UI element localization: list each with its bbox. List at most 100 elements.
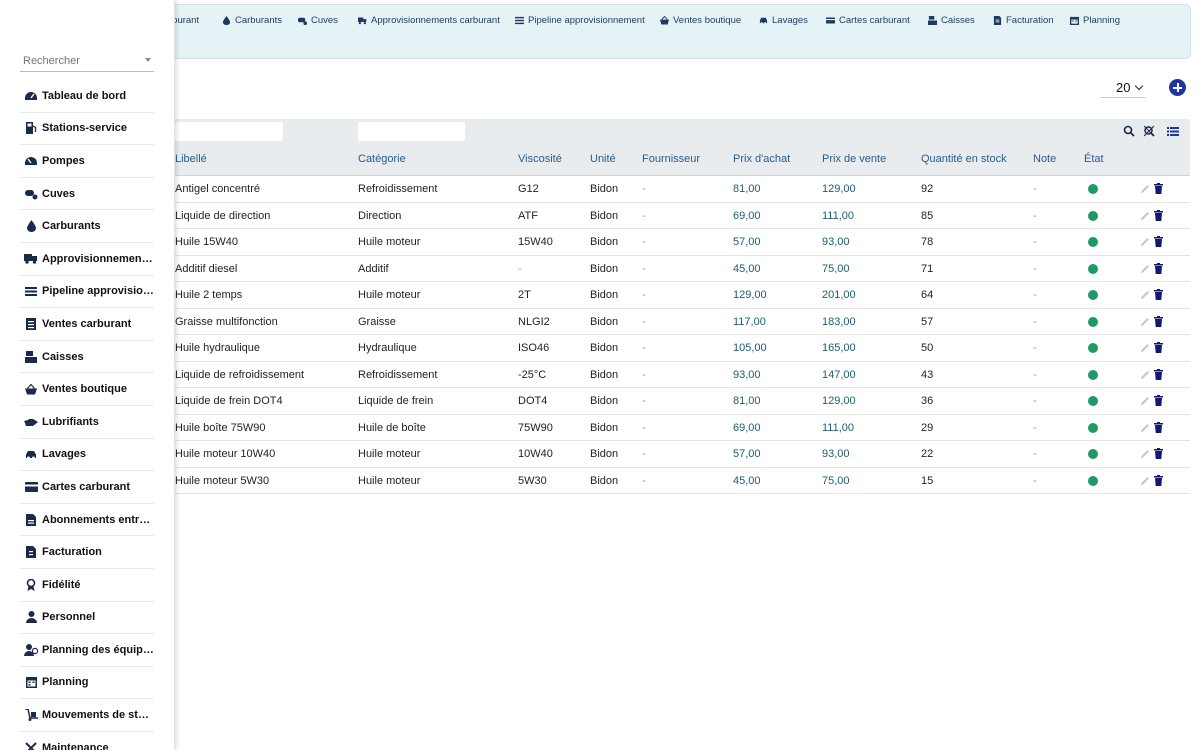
table-row[interactable]: Antigel concentré Refroidissement G12 Bidon… <box>175 176 1190 203</box>
chevron-down-icon[interactable] <box>145 58 151 62</box>
sidebar-item-fidelite[interactable]: Fidélité <box>20 569 154 602</box>
delete-trash-icon[interactable] <box>1154 421 1163 433</box>
topnav-item-cartes-carburant[interactable]: Cartes carburant <box>826 15 910 26</box>
sidebar-item-planning[interactable]: Planning <box>20 667 154 700</box>
table-row[interactable]: Huile hydraulique Hydraulique ISO46 Bidon - 1… <box>175 335 1190 362</box>
edit-pencil-icon[interactable] <box>1140 317 1150 327</box>
topnav-label: Lavages <box>772 15 808 26</box>
sidebar-item-stations-service[interactable]: Stations-service <box>20 113 154 146</box>
topnav-item-lavages[interactable]: Lavages <box>759 15 808 26</box>
table-row[interactable]: Huile moteur 5W30 Huile moteur 5W30 Bidon - 4… <box>175 468 1190 494</box>
column-header-prix-achat[interactable]: Prix d'achat <box>733 153 790 165</box>
column-header-fournisseur[interactable]: Fournisseur <box>642 153 700 165</box>
sidebar-item-lavages[interactable]: Lavages <box>20 439 154 472</box>
sidebar-item-facturation[interactable]: Facturation <box>20 536 154 569</box>
cell-categorie: Liquide de frein <box>358 395 434 407</box>
user-icon <box>24 611 38 624</box>
sidebar-item-label: Pompes <box>42 154 85 167</box>
sidebar-item-maintenance[interactable]: Maintenance <box>20 732 154 750</box>
edit-pencil-icon[interactable] <box>1140 211 1150 221</box>
sidebar-item-pompes[interactable]: Pompes <box>20 145 154 178</box>
delete-trash-icon[interactable] <box>1154 315 1163 327</box>
delete-trash-icon[interactable] <box>1154 342 1163 353</box>
edit-pencil-icon[interactable] <box>1140 370 1150 380</box>
cell-quantite-stock: 15 <box>921 474 934 487</box>
column-header-unite[interactable]: Unité <box>590 153 616 165</box>
topnav-item-pipeline[interactable]: Pipeline approvisionnement <box>515 15 645 26</box>
cell-viscosite: 10W40 <box>518 448 553 460</box>
page-size-select[interactable]: 20 <box>1100 78 1146 98</box>
delete-trash-icon[interactable] <box>1154 183 1163 194</box>
edit-pencil-icon[interactable] <box>1140 184 1150 194</box>
sidebar-item-ventes-carburant[interactable]: Ventes carburant <box>20 308 154 341</box>
sidebar-item-personnel[interactable]: Personnel <box>20 602 154 635</box>
column-header-prix-vente[interactable]: Prix de vente <box>822 153 886 165</box>
table-row[interactable]: Huile moteur 10W40 Huile moteur 10W40 Bidon… <box>175 441 1190 468</box>
edit-pencil-icon[interactable] <box>1140 237 1150 247</box>
cell-fournisseur: - <box>642 183 646 195</box>
edit-pencil-icon[interactable] <box>1140 449 1150 459</box>
topnav-item-ventes-boutique[interactable]: Ventes boutique <box>660 15 741 26</box>
edit-pencil-icon[interactable] <box>1140 423 1150 433</box>
cell-libelle: Liquide de refroidissement <box>175 368 305 381</box>
column-header-libelle[interactable]: Libellé <box>175 153 207 165</box>
cell-prix-vente: 93,00 <box>822 236 850 248</box>
sidebar-item-mouvements-stock[interactable]: Mouvements de stock <box>20 699 154 732</box>
sidebar-item-abonnements-entreprise[interactable]: Abonnements entrep… <box>20 504 154 537</box>
column-header-categorie[interactable]: Catégorie <box>358 153 406 165</box>
sidebar-item-cuves[interactable]: Cuves <box>20 178 154 211</box>
delete-trash-icon[interactable] <box>1154 474 1163 486</box>
delete-trash-icon[interactable] <box>1154 448 1163 459</box>
topnav-item-planning[interactable]: Planning <box>1070 15 1120 26</box>
sidebar-item-tableau-de-bord[interactable]: Tableau de bord <box>20 80 154 113</box>
table-row[interactable]: Liquide de refroidissement Refroidissemen… <box>175 362 1190 388</box>
cell-unite: Bidon <box>590 183 619 195</box>
add-button[interactable] <box>1169 79 1186 96</box>
topnav-item-caisses[interactable]: Caisses <box>928 15 975 26</box>
sidebar-item-approvisionnements[interactable]: Approvisionnements… <box>20 243 154 276</box>
cell-viscosite: 15W40 <box>518 236 553 248</box>
delete-trash-icon[interactable] <box>1154 209 1163 221</box>
table-row[interactable]: Huile boîte 75W90 Huile de boîte 75W90 Bido… <box>175 415 1190 441</box>
column-header-note[interactable]: Note <box>1033 153 1056 165</box>
sidebar-item-caisses[interactable]: Caisses <box>20 341 154 374</box>
sidebar-item-ventes-boutique[interactable]: Ventes boutique <box>20 373 154 406</box>
table-row[interactable]: Liquide de frein DOT4 Liquide de frein DOT… <box>175 388 1190 415</box>
column-list-icon[interactable] <box>1167 125 1179 137</box>
sidebar-item-planning-equipes[interactable]: Planning des équipes <box>20 634 154 667</box>
edit-pencil-icon[interactable] <box>1140 264 1150 274</box>
sidebar-item-pipeline[interactable]: Pipeline approvision… <box>20 276 154 309</box>
edit-pencil-icon[interactable] <box>1140 343 1150 353</box>
column-header-etat[interactable]: État <box>1084 153 1104 165</box>
topnav-item-carburants[interactable]: Carburants <box>222 15 282 26</box>
edit-pencil-icon[interactable] <box>1140 476 1150 486</box>
edit-pencil-icon[interactable] <box>1140 290 1150 300</box>
table-row[interactable]: Huile 2 temps Huile moteur 2T Bidon - 129,00 2… <box>175 282 1190 309</box>
table-row[interactable]: Additif diesel Additif - Bidon - 45,00 75,00 71… <box>175 256 1190 282</box>
sidebar-item-lubrifiants[interactable]: Lubrifiants <box>20 406 154 439</box>
edit-pencil-icon[interactable] <box>1140 396 1150 406</box>
column-header-quantite-stock[interactable]: Quantité en stock <box>921 153 1007 165</box>
search-icon[interactable] <box>1123 125 1135 137</box>
column-header-viscosite[interactable]: Viscosité <box>518 153 562 165</box>
drop-icon <box>24 220 38 233</box>
filter-input-libelle[interactable] <box>175 122 283 141</box>
search-field[interactable] <box>20 52 154 72</box>
sidebar-item-carburants[interactable]: Carburants <box>20 210 154 243</box>
delete-trash-icon[interactable] <box>1154 395 1163 406</box>
topnav-item-cuves[interactable]: Cuves <box>298 15 338 26</box>
delete-trash-icon[interactable] <box>1154 262 1163 274</box>
delete-trash-icon[interactable] <box>1154 236 1163 247</box>
table-row[interactable]: Huile 15W40 Huile moteur 15W40 Bidon - 57,00 9… <box>175 229 1190 256</box>
topnav-item-facturation[interactable]: Facturation <box>993 15 1054 26</box>
sidebar-item-cartes-carburant[interactable]: Cartes carburant <box>20 471 154 504</box>
table-row[interactable]: Graisse multifonction Graisse NLGI2 Bidon - 1… <box>175 309 1190 335</box>
cell-fournisseur: - <box>642 262 646 275</box>
delete-trash-icon[interactable] <box>1154 368 1163 380</box>
topnav-item-approvisionnements[interactable]: Approvisionnements carburant <box>358 15 500 26</box>
search-input[interactable] <box>20 52 138 67</box>
clear-filter-icon[interactable] <box>1143 125 1155 137</box>
filter-input-categorie[interactable] <box>358 122 465 141</box>
delete-trash-icon[interactable] <box>1154 289 1163 300</box>
table-row[interactable]: Liquide de direction Direction ATF Bidon - 69… <box>175 203 1190 229</box>
